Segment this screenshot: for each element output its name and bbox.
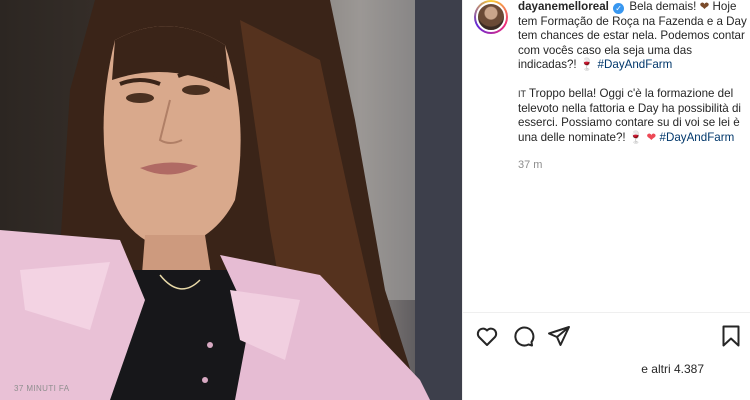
- like-button[interactable]: [475, 324, 499, 348]
- likes-count[interactable]: e altri 4.387: [641, 362, 704, 376]
- caption-pt-intro: Bela demais!: [629, 0, 700, 13]
- divider: [463, 312, 750, 313]
- verified-badge-icon: ✓: [613, 3, 625, 14]
- post-date[interactable]: 37 MINUTI FA: [14, 384, 69, 393]
- heart-icon: [476, 327, 498, 346]
- save-button[interactable]: [719, 324, 743, 348]
- action-bar: [463, 320, 750, 350]
- share-button[interactable]: [547, 324, 571, 348]
- avatar-image: [476, 2, 506, 32]
- woman-portrait-image: [0, 0, 462, 400]
- username-link[interactable]: dayanemelloreal: [518, 0, 609, 13]
- red-heart-icon: ❤: [646, 130, 657, 144]
- wine-glass-icon: 🍷: [628, 130, 644, 144]
- hashtag-link[interactable]: #DayAndFarm: [598, 58, 673, 71]
- caption: dayanemelloreal ✓ Bela demais! ❤ Hoje te…: [518, 0, 748, 173]
- hashtag-link[interactable]: #DayAndFarm: [660, 131, 735, 144]
- comment-timestamp[interactable]: 37 m: [518, 158, 748, 173]
- paper-plane-icon: [548, 326, 570, 346]
- comment-icon: [514, 326, 535, 347]
- italy-flag-icon: IT: [518, 88, 526, 99]
- brown-heart-icon: ❤: [699, 0, 710, 13]
- post-photo[interactable]: [0, 0, 462, 400]
- wine-glass-icon: 🍷: [579, 58, 595, 72]
- avatar[interactable]: [474, 0, 508, 34]
- post-details-panel: dayanemelloreal ✓ Bela demais! ❤ Hoje te…: [462, 0, 750, 400]
- bookmark-icon: [722, 325, 740, 347]
- comment-button[interactable]: [511, 324, 535, 348]
